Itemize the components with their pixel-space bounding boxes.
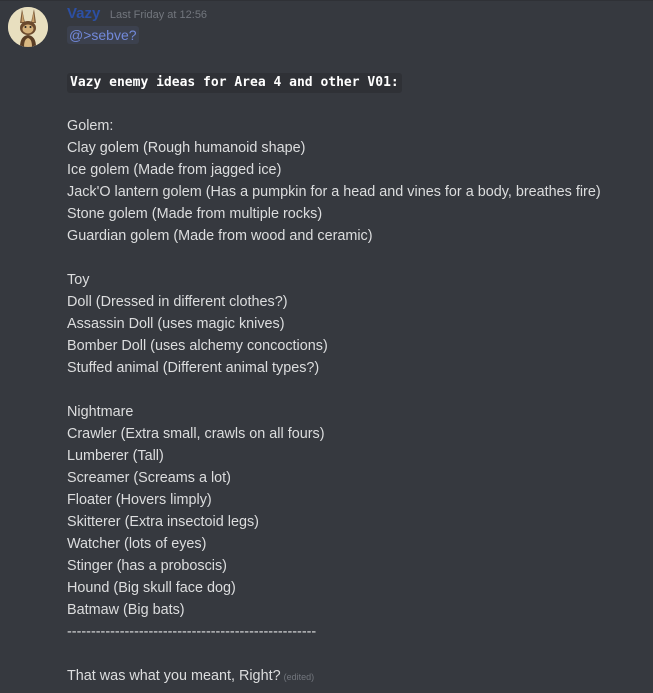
edited-label: (edited) bbox=[283, 672, 315, 682]
message-line: Guardian golem (Made from wood and ceram… bbox=[67, 228, 373, 244]
message-line: Hound (Big skull face dog) bbox=[67, 580, 236, 596]
message-line: Nightmare bbox=[67, 404, 134, 420]
username[interactable]: Vazy bbox=[67, 5, 100, 22]
inline-code-title: Vazy enemy ideas for Area 4 and other V0… bbox=[67, 73, 402, 93]
divider-line: ----------------------------------------… bbox=[67, 624, 317, 640]
message-line: Assassin Doll (uses magic knives) bbox=[67, 316, 285, 332]
message-line: Doll (Dressed in different clothes?) bbox=[67, 294, 288, 310]
message-line: Crawler (Extra small, crawls on all four… bbox=[67, 426, 325, 442]
message-line: Stone golem (Made from multiple rocks) bbox=[67, 206, 323, 222]
chat-message: Vazy Last Friday at 12:56 @>sebve? Vazy … bbox=[0, 0, 653, 693]
message-line: Stinger (has a proboscis) bbox=[67, 558, 227, 574]
message-line: Batmaw (Big bats) bbox=[67, 602, 185, 618]
message-line-last: That was what you meant, Right? (edited) bbox=[67, 665, 314, 687]
message-line: Lumberer (Tall) bbox=[67, 448, 164, 464]
message-line: Watcher (lots of eyes) bbox=[67, 536, 207, 552]
message-line: Screamer (Screams a lot) bbox=[67, 470, 231, 486]
message-line: Skitterer (Extra insectoid legs) bbox=[67, 514, 259, 530]
message-line: Toy bbox=[67, 272, 90, 288]
message-line: Clay golem (Rough humanoid shape) bbox=[67, 140, 306, 156]
message-line: Jack'O lantern golem (Has a pumpkin for … bbox=[67, 184, 601, 200]
user-avatar[interactable] bbox=[8, 7, 48, 47]
message-line: Stuffed animal (Different animal types?) bbox=[67, 360, 320, 376]
user-mention[interactable]: @>sebve? bbox=[67, 26, 139, 44]
message-line: Ice golem (Made from jagged ice) bbox=[67, 162, 282, 178]
message-line: Floater (Hovers limply) bbox=[67, 492, 212, 508]
message-line: Golem: bbox=[67, 118, 114, 134]
message-header: Vazy Last Friday at 12:56 bbox=[67, 5, 207, 27]
closing-text: That was what you meant, Right? bbox=[67, 668, 281, 684]
message-line: Bomber Doll (uses alchemy concoctions) bbox=[67, 338, 328, 354]
timestamp: Last Friday at 12:56 bbox=[109, 9, 208, 21]
bunny-avatar-icon bbox=[8, 7, 48, 47]
